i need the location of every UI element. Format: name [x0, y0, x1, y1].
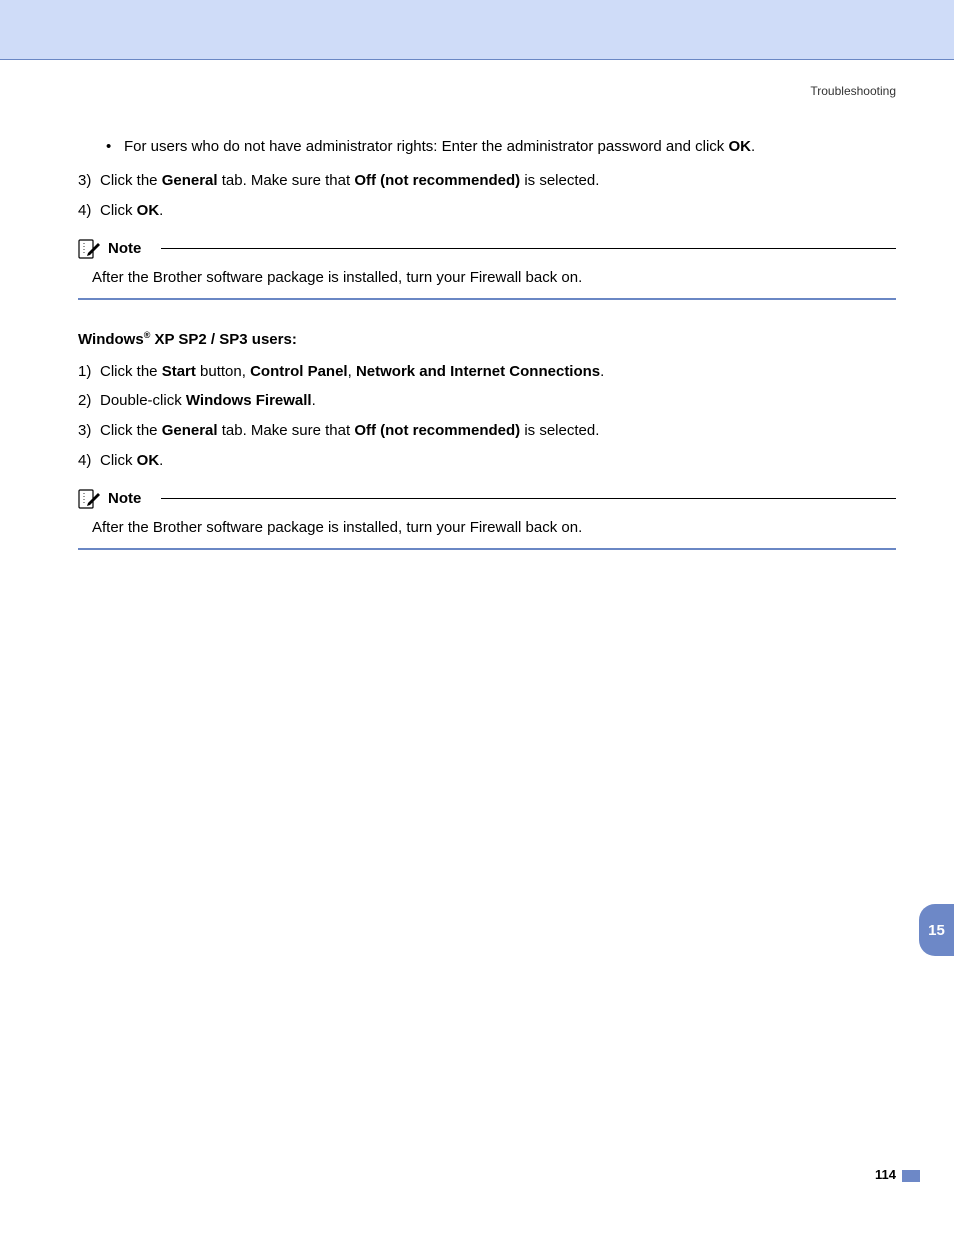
note-block: Note After the Brother software package … — [78, 239, 896, 300]
note-icon — [78, 239, 102, 259]
step-text: Click — [100, 202, 137, 219]
step-bold: Off (not recommended) — [354, 172, 520, 189]
step-bold: Off (not recommended) — [354, 422, 520, 439]
step-text: Double-click — [100, 392, 186, 409]
step-3: 3)Click the General tab. Make sure that … — [78, 167, 896, 195]
step-text: Click the — [100, 363, 162, 380]
heading-text: Windows — [78, 331, 144, 348]
step-text: . — [159, 202, 163, 219]
step-4: 4)Click OK. — [78, 197, 896, 225]
note-block: Note After the Brother software package … — [78, 489, 896, 550]
bullet-item: •For users who do not have administrator… — [106, 135, 896, 159]
note-header: Note — [78, 239, 896, 259]
top-band — [0, 0, 954, 60]
section-header: Troubleshooting — [810, 84, 896, 98]
bullet-text-bold: OK — [728, 138, 751, 155]
step-number: 3) — [78, 417, 100, 445]
content-area: •For users who do not have administrator… — [78, 135, 896, 558]
note-icon — [78, 489, 102, 509]
step-bold: Network and Internet Connections — [356, 363, 600, 380]
step-text: . — [159, 452, 163, 469]
note-body: After the Brother software package is in… — [78, 261, 896, 300]
step-bold: Start — [162, 363, 196, 380]
step-bold: OK — [137, 202, 160, 219]
step-number: 2) — [78, 387, 100, 415]
note-header: Note — [78, 489, 896, 509]
step-text: tab. Make sure that — [218, 172, 355, 189]
step-bold: General — [162, 422, 218, 439]
step-text: , — [348, 363, 356, 380]
note-label: Note — [108, 490, 141, 507]
bullet-dot: • — [106, 135, 124, 159]
step-text: button, — [196, 363, 250, 380]
step-number: 1) — [78, 358, 100, 386]
step-bold: OK — [137, 452, 160, 469]
step-bold: General — [162, 172, 218, 189]
xp-step-2: 2)Double-click Windows Firewall. — [78, 387, 896, 415]
note-body: After the Brother software package is in… — [78, 511, 896, 550]
step-number: 4) — [78, 197, 100, 225]
step-text: . — [312, 392, 316, 409]
page-number: 114 — [875, 1167, 896, 1182]
step-text: Click the — [100, 172, 162, 189]
step-text: is selected. — [520, 422, 599, 439]
step-number: 3) — [78, 167, 100, 195]
step-text: is selected. — [520, 172, 599, 189]
page: Troubleshooting •For users who do not ha… — [0, 0, 954, 1235]
note-rule — [161, 498, 896, 499]
step-text: Click the — [100, 422, 162, 439]
note-label: Note — [108, 240, 141, 257]
bullet-text-post: . — [751, 138, 755, 155]
bullet-text-pre: For users who do not have administrator … — [124, 138, 728, 155]
step-text: . — [600, 363, 604, 380]
xp-heading: Windows® XP SP2 / SP3 users: — [78, 330, 896, 348]
step-bold: Control Panel — [250, 363, 348, 380]
step-text: Click — [100, 452, 137, 469]
xp-step-3: 3)Click the General tab. Make sure that … — [78, 417, 896, 445]
page-number-bar — [902, 1170, 920, 1182]
xp-step-1: 1)Click the Start button, Control Panel,… — [78, 358, 896, 386]
heading-text: XP SP2 / SP3 users: — [150, 331, 296, 348]
xp-step-4: 4)Click OK. — [78, 447, 896, 475]
step-number: 4) — [78, 447, 100, 475]
note-rule — [161, 248, 896, 249]
chapter-tab: 15 — [919, 904, 954, 956]
step-bold: Windows Firewall — [186, 392, 312, 409]
step-text: tab. Make sure that — [218, 422, 355, 439]
